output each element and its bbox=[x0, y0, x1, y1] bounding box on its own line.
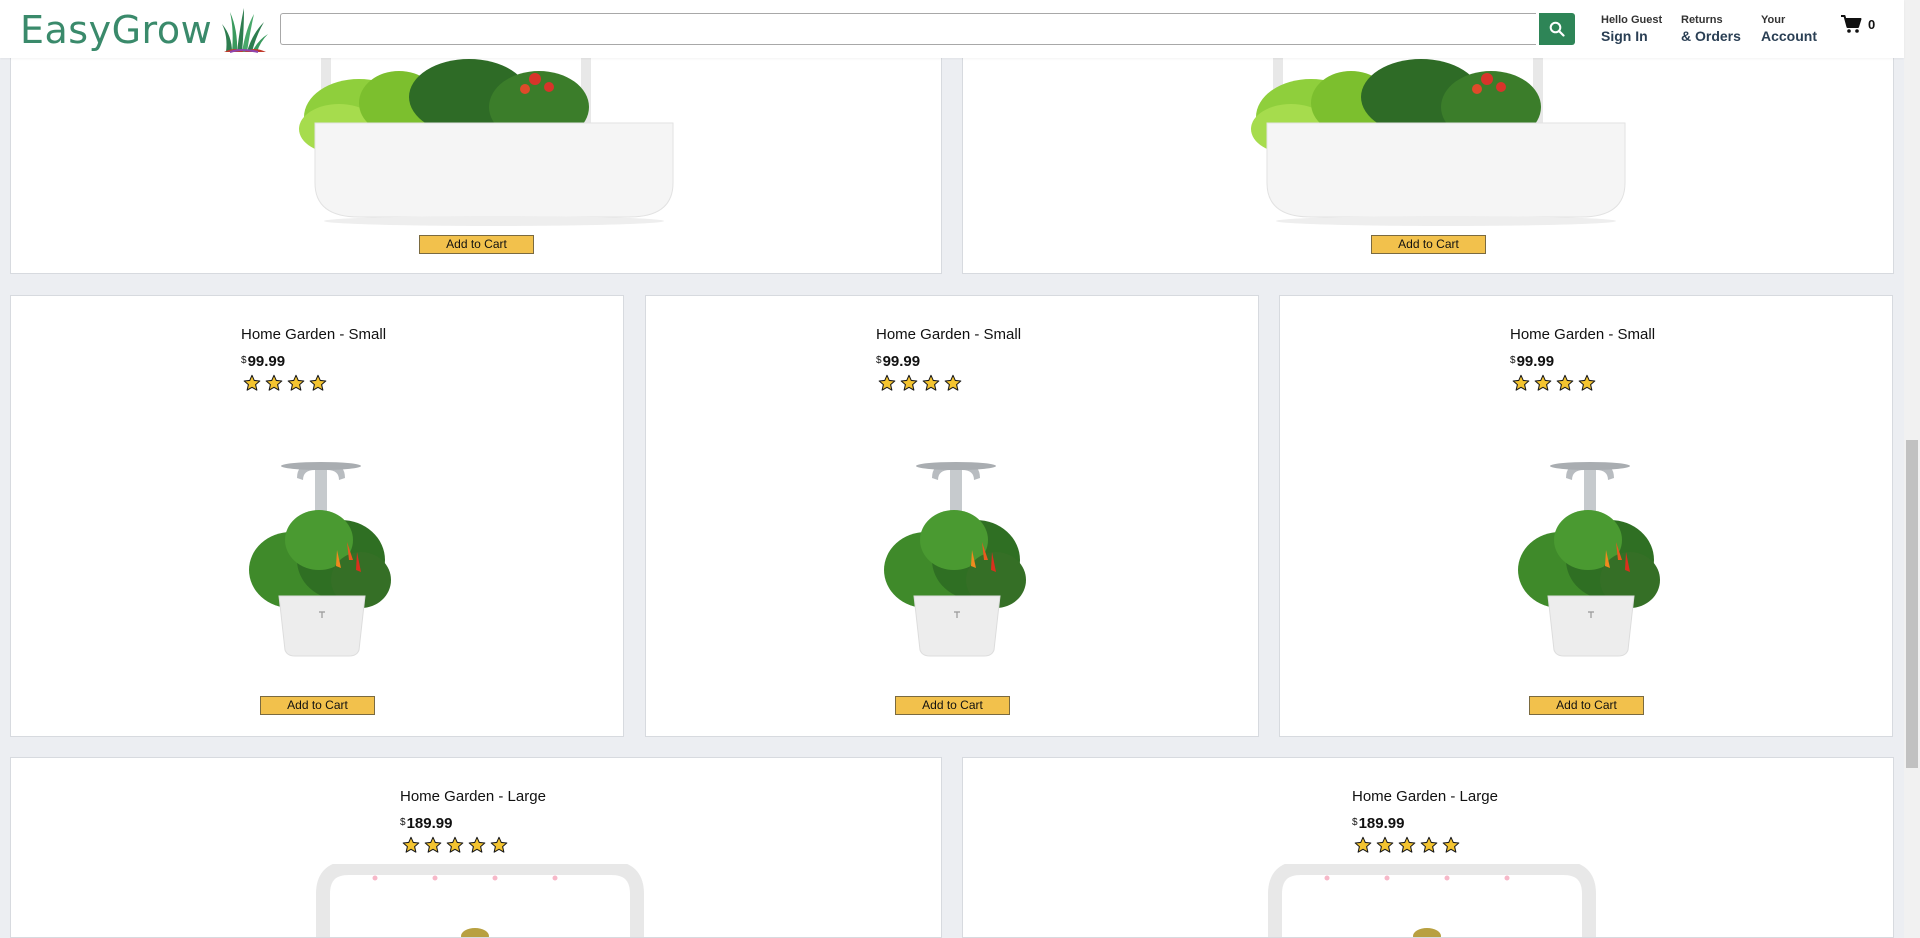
cart-count: 0 bbox=[1868, 16, 1876, 32]
logo[interactable]: EasyGrow bbox=[20, 6, 270, 54]
price-amount: 99.99 bbox=[247, 353, 286, 370]
product-image bbox=[884, 462, 1026, 657]
scrollbar-thumb[interactable] bbox=[1906, 440, 1918, 768]
star-rating bbox=[243, 374, 331, 392]
product-price: $189.99 bbox=[400, 815, 452, 832]
sign-in-label: Sign In bbox=[1601, 28, 1648, 44]
shopping-cart-icon bbox=[1841, 15, 1862, 33]
star-icon bbox=[1420, 836, 1438, 853]
star-icon bbox=[944, 374, 962, 391]
star-rating bbox=[878, 374, 966, 392]
price-amount: 189.99 bbox=[1358, 815, 1405, 832]
product-price: $99.99 bbox=[241, 353, 285, 370]
price-amount: 99.99 bbox=[882, 353, 921, 370]
star-icon bbox=[424, 836, 442, 853]
logo-text: EasyGrow bbox=[20, 8, 213, 52]
star-rating bbox=[1354, 836, 1464, 854]
star-icon bbox=[490, 836, 508, 853]
product-title[interactable]: Home Garden - Large bbox=[1352, 788, 1498, 805]
product-image bbox=[1268, 864, 1596, 937]
product-image bbox=[1518, 462, 1660, 657]
account-link[interactable]: Your Account bbox=[1761, 13, 1817, 45]
cart-button[interactable]: 0 bbox=[1840, 14, 1875, 34]
star-rating bbox=[402, 836, 512, 854]
star-icon bbox=[922, 374, 940, 391]
price-amount: 189.99 bbox=[406, 815, 453, 832]
price-currency: $ bbox=[1510, 355, 1516, 366]
sign-in-link[interactable]: Hello Guest Sign In bbox=[1601, 13, 1662, 45]
star-icon bbox=[1578, 374, 1596, 391]
star-icon bbox=[1442, 836, 1460, 853]
star-icon bbox=[878, 374, 896, 391]
product-title[interactable]: Home Garden - Small bbox=[1510, 326, 1655, 343]
product-card: Home Garden - Small $99.99 Add to Cart bbox=[1279, 295, 1893, 737]
price-currency: $ bbox=[876, 355, 882, 366]
star-icon bbox=[1534, 374, 1552, 391]
star-icon bbox=[402, 836, 420, 853]
orders-label: & Orders bbox=[1681, 28, 1741, 44]
search-input[interactable] bbox=[280, 13, 1536, 45]
star-icon bbox=[1398, 836, 1416, 853]
grass-logo-icon bbox=[222, 8, 269, 53]
product-price: $189.99 bbox=[1352, 815, 1404, 832]
product-image bbox=[249, 462, 391, 657]
star-icon bbox=[243, 374, 261, 391]
star-icon bbox=[1556, 374, 1574, 391]
search-icon bbox=[1549, 21, 1565, 37]
account-label: Account bbox=[1761, 28, 1817, 44]
product-title[interactable]: Home Garden - Small bbox=[876, 326, 1021, 343]
vertical-scrollbar[interactable] bbox=[1904, 0, 1920, 938]
search-button[interactable] bbox=[1539, 13, 1575, 45]
star-icon bbox=[446, 836, 464, 853]
price-currency: $ bbox=[241, 355, 247, 366]
add-to-cart-button[interactable]: Add to Cart bbox=[260, 696, 375, 715]
sign-in-greeting: Hello Guest bbox=[1601, 14, 1663, 26]
account-small-label: Your bbox=[1761, 14, 1786, 26]
add-to-cart-button[interactable]: Add to Cart bbox=[1371, 235, 1486, 254]
add-to-cart-button[interactable]: Add to Cart bbox=[895, 696, 1010, 715]
add-to-cart-button[interactable]: Add to Cart bbox=[419, 235, 534, 254]
add-to-cart-button[interactable]: Add to Cart bbox=[1529, 696, 1644, 715]
star-icon bbox=[309, 374, 327, 391]
site-header: EasyGrow Hello Guest Sign In Returns & O… bbox=[0, 0, 1904, 58]
price-currency: $ bbox=[400, 817, 406, 828]
star-icon bbox=[1512, 374, 1530, 391]
returns-orders-link[interactable]: Returns & Orders bbox=[1681, 13, 1741, 45]
returns-label: Returns bbox=[1681, 14, 1723, 26]
product-image bbox=[299, 57, 674, 226]
price-currency: $ bbox=[1352, 817, 1358, 828]
price-amount: 99.99 bbox=[1516, 353, 1555, 370]
product-image bbox=[316, 864, 644, 937]
star-rating bbox=[1512, 374, 1600, 392]
star-icon bbox=[1354, 836, 1372, 853]
star-icon bbox=[1376, 836, 1394, 853]
star-icon bbox=[468, 836, 486, 853]
product-price: $99.99 bbox=[1510, 353, 1554, 370]
product-card: Home Garden - Large $189.99 bbox=[962, 757, 1894, 938]
product-card: Home Garden - Large $189.99 bbox=[10, 757, 942, 938]
star-icon bbox=[900, 374, 918, 391]
product-card: Home Garden - Small $99.99 Add to Cart bbox=[645, 295, 1259, 737]
star-icon bbox=[265, 374, 283, 391]
product-card: Home Garden - Small $99.99 Add to Cart bbox=[10, 295, 624, 737]
product-price: $99.99 bbox=[876, 353, 920, 370]
product-image bbox=[1251, 57, 1626, 226]
star-icon bbox=[287, 374, 305, 391]
product-title[interactable]: Home Garden - Small bbox=[241, 326, 386, 343]
product-title[interactable]: Home Garden - Large bbox=[400, 788, 546, 805]
